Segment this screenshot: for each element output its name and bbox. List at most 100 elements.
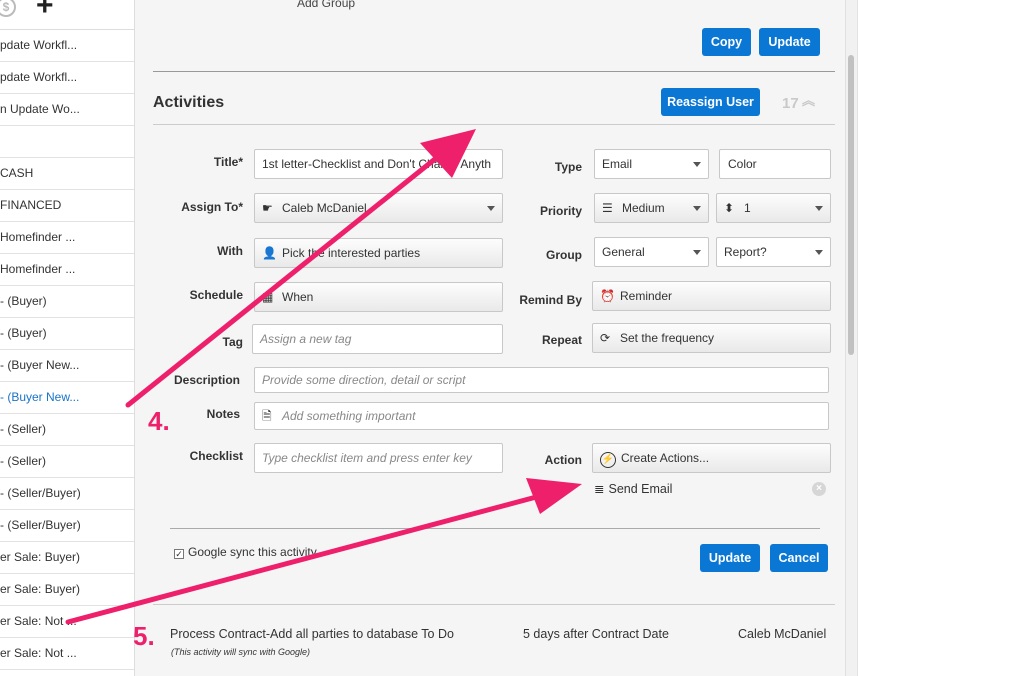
group-label: Group	[546, 248, 582, 262]
sidebar-item[interactable]: n Update Wo...	[0, 94, 134, 126]
checkbox-checked-icon[interactable]: ✓	[174, 549, 184, 559]
sidebar-item[interactable]: CASH	[0, 158, 134, 190]
remind-by-value: Reminder	[620, 289, 673, 303]
sidebar-item[interactable]: Homefinder ...	[0, 254, 134, 286]
divider	[170, 528, 820, 529]
sidebar-item[interactable]: - (Buyer)	[0, 318, 134, 350]
priority-number-select[interactable]: ⬍ 1	[716, 193, 831, 223]
sidebar-item[interactable]	[0, 126, 134, 158]
priority-select[interactable]: ☰ Medium	[594, 193, 709, 223]
google-sync-toggle[interactable]: ✓ Google sync this activity	[174, 545, 317, 559]
chevron-down-icon	[693, 162, 701, 167]
description-input[interactable]: Provide some direction, detail or script	[254, 367, 829, 393]
chevron-down-icon	[815, 250, 823, 255]
document-icon: 🗎	[262, 409, 272, 423]
divider	[153, 71, 835, 72]
schedule-value: When	[282, 290, 314, 304]
group-select[interactable]: General	[594, 237, 709, 267]
sidebar-item-label: - (Seller/Buyer)	[0, 518, 81, 532]
notes-input[interactable]: 🗎 Add something important	[254, 402, 829, 430]
sidebar-item-label: er Sale: Not ...	[0, 646, 77, 660]
sidebar-item[interactable]: er Sale: Not ...	[0, 638, 134, 670]
checklist-input[interactable]: Type checklist item and press enter key	[254, 443, 503, 473]
sidebar-item[interactable]: pdate Workfl...	[0, 62, 134, 94]
calendar-icon: ▦	[262, 290, 274, 304]
sidebar-item-label: - (Seller)	[0, 454, 47, 468]
priority-value: Medium	[622, 201, 665, 215]
list-icon: ☰	[602, 201, 613, 215]
with-placeholder: Pick the interested parties	[282, 246, 421, 260]
next-activity-title[interactable]: Process Contract-Add all parties to data…	[170, 627, 454, 641]
type-label: Type	[554, 160, 582, 174]
title-label: Title*	[213, 155, 243, 169]
sidebar-item-label: - (Buyer New...	[0, 390, 80, 404]
sidebar-item[interactable]: - (Seller/Buyer)	[0, 478, 134, 510]
sidebar-item-label: - (Buyer New...	[0, 358, 80, 372]
activities-title: Activities	[153, 94, 225, 111]
send-email-label: Send Email	[608, 482, 673, 496]
color-picker[interactable]: Color	[719, 149, 831, 179]
repeat-input[interactable]: ⟳ Set the frequency	[592, 323, 831, 353]
priority-number-value: 1	[744, 201, 751, 215]
title-input[interactable]: 1st letter-Checklist and Don't Charge An…	[254, 149, 503, 179]
sidebar-item[interactable]: - (Seller/Buyer)	[0, 510, 134, 542]
schedule-label: Schedule	[189, 288, 243, 302]
right-panel	[857, 0, 1009, 676]
copy-button[interactable]: Copy	[702, 28, 751, 56]
sidebar-item[interactable]: FINANCED	[0, 190, 134, 222]
sidebar-item[interactable]: er Sale: Buyer)	[0, 542, 134, 574]
page: $ + pdate Workfl... pdate Workfl... n Upda…	[0, 0, 1009, 676]
person-icon: 👤	[262, 246, 277, 260]
cancel-button[interactable]: Cancel	[770, 544, 828, 572]
type-select[interactable]: Email	[594, 149, 709, 179]
sidebar-item[interactable]: - (Buyer New...	[0, 382, 134, 414]
send-email-action[interactable]: ≣ Send Email	[594, 481, 672, 496]
sidebar-item-label: - (Seller/Buyer)	[0, 486, 81, 500]
sidebar-item-label: FINANCED	[0, 198, 62, 212]
reassign-user-button[interactable]: Reassign User	[661, 88, 760, 116]
report-select[interactable]: Report?	[716, 237, 831, 267]
with-input[interactable]: 👤 Pick the interested parties	[254, 238, 503, 268]
repeat-icon: ⟳	[600, 331, 611, 345]
notes-label: Notes	[206, 407, 240, 421]
google-sync-label: Google sync this activity	[188, 545, 317, 559]
sidebar-item-label: CASH	[0, 166, 34, 180]
sidebar-item-label: pdate Workfl...	[0, 38, 78, 52]
remind-by-label: Remind By	[519, 293, 582, 307]
dollar-coin-icon[interactable]: $	[0, 0, 16, 17]
sidebar-item[interactable]: - (Buyer)	[0, 286, 134, 318]
sidebar-item[interactable]: er Sale: Not ...	[0, 606, 134, 638]
workflow-list-toolbar: $ +	[0, 0, 134, 30]
assign-to-select[interactable]: ☛ Caleb McDaniel	[254, 193, 503, 223]
schedule-input[interactable]: ▦ When	[254, 282, 503, 312]
update-button[interactable]: Update	[700, 544, 760, 572]
create-actions-label: Create Actions...	[621, 451, 710, 465]
scrollbar-thumb[interactable]	[848, 55, 854, 355]
sidebar-item[interactable]: er Sale: Buyer)	[0, 574, 134, 606]
sidebar-item[interactable]: Homefinder ...	[0, 222, 134, 254]
remind-by-input[interactable]: ⏰ Reminder	[592, 281, 831, 311]
remove-circle-icon[interactable]: ×	[812, 482, 826, 496]
tag-input[interactable]: Assign a new tag	[252, 324, 503, 354]
sidebar-item-label: er Sale: Not ...	[0, 614, 77, 628]
chevron-down-icon	[487, 206, 495, 211]
create-actions-button[interactable]: ⚡ Create Actions...	[592, 443, 831, 473]
chevron-down-icon	[693, 206, 701, 211]
scrollbar-track[interactable]	[845, 0, 857, 676]
update-top-button[interactable]: Update	[759, 28, 820, 56]
tag-label: Tag	[222, 335, 243, 349]
sidebar-item[interactable]: pdate Workfl...	[0, 30, 134, 62]
sidebar-item-label: er Sale: Buyer)	[0, 550, 81, 564]
collapse-chevron-icon[interactable]: ︽	[802, 94, 815, 107]
report-value: Report?	[724, 245, 767, 259]
sidebar-item[interactable]: - (Buyer New...	[0, 350, 134, 382]
priority-label: Priority	[539, 204, 582, 218]
sidebar-item-label: - (Buyer)	[0, 326, 47, 340]
sidebar-item[interactable]: - (Seller)	[0, 446, 134, 478]
plus-icon[interactable]: +	[36, 0, 54, 21]
action-label: Action	[544, 453, 582, 467]
sidebar-item[interactable]: - (Seller)	[0, 414, 134, 446]
group-value: General	[602, 245, 645, 259]
type-value: Email	[602, 157, 633, 171]
add-group-link[interactable]: Add Group	[297, 0, 355, 10]
